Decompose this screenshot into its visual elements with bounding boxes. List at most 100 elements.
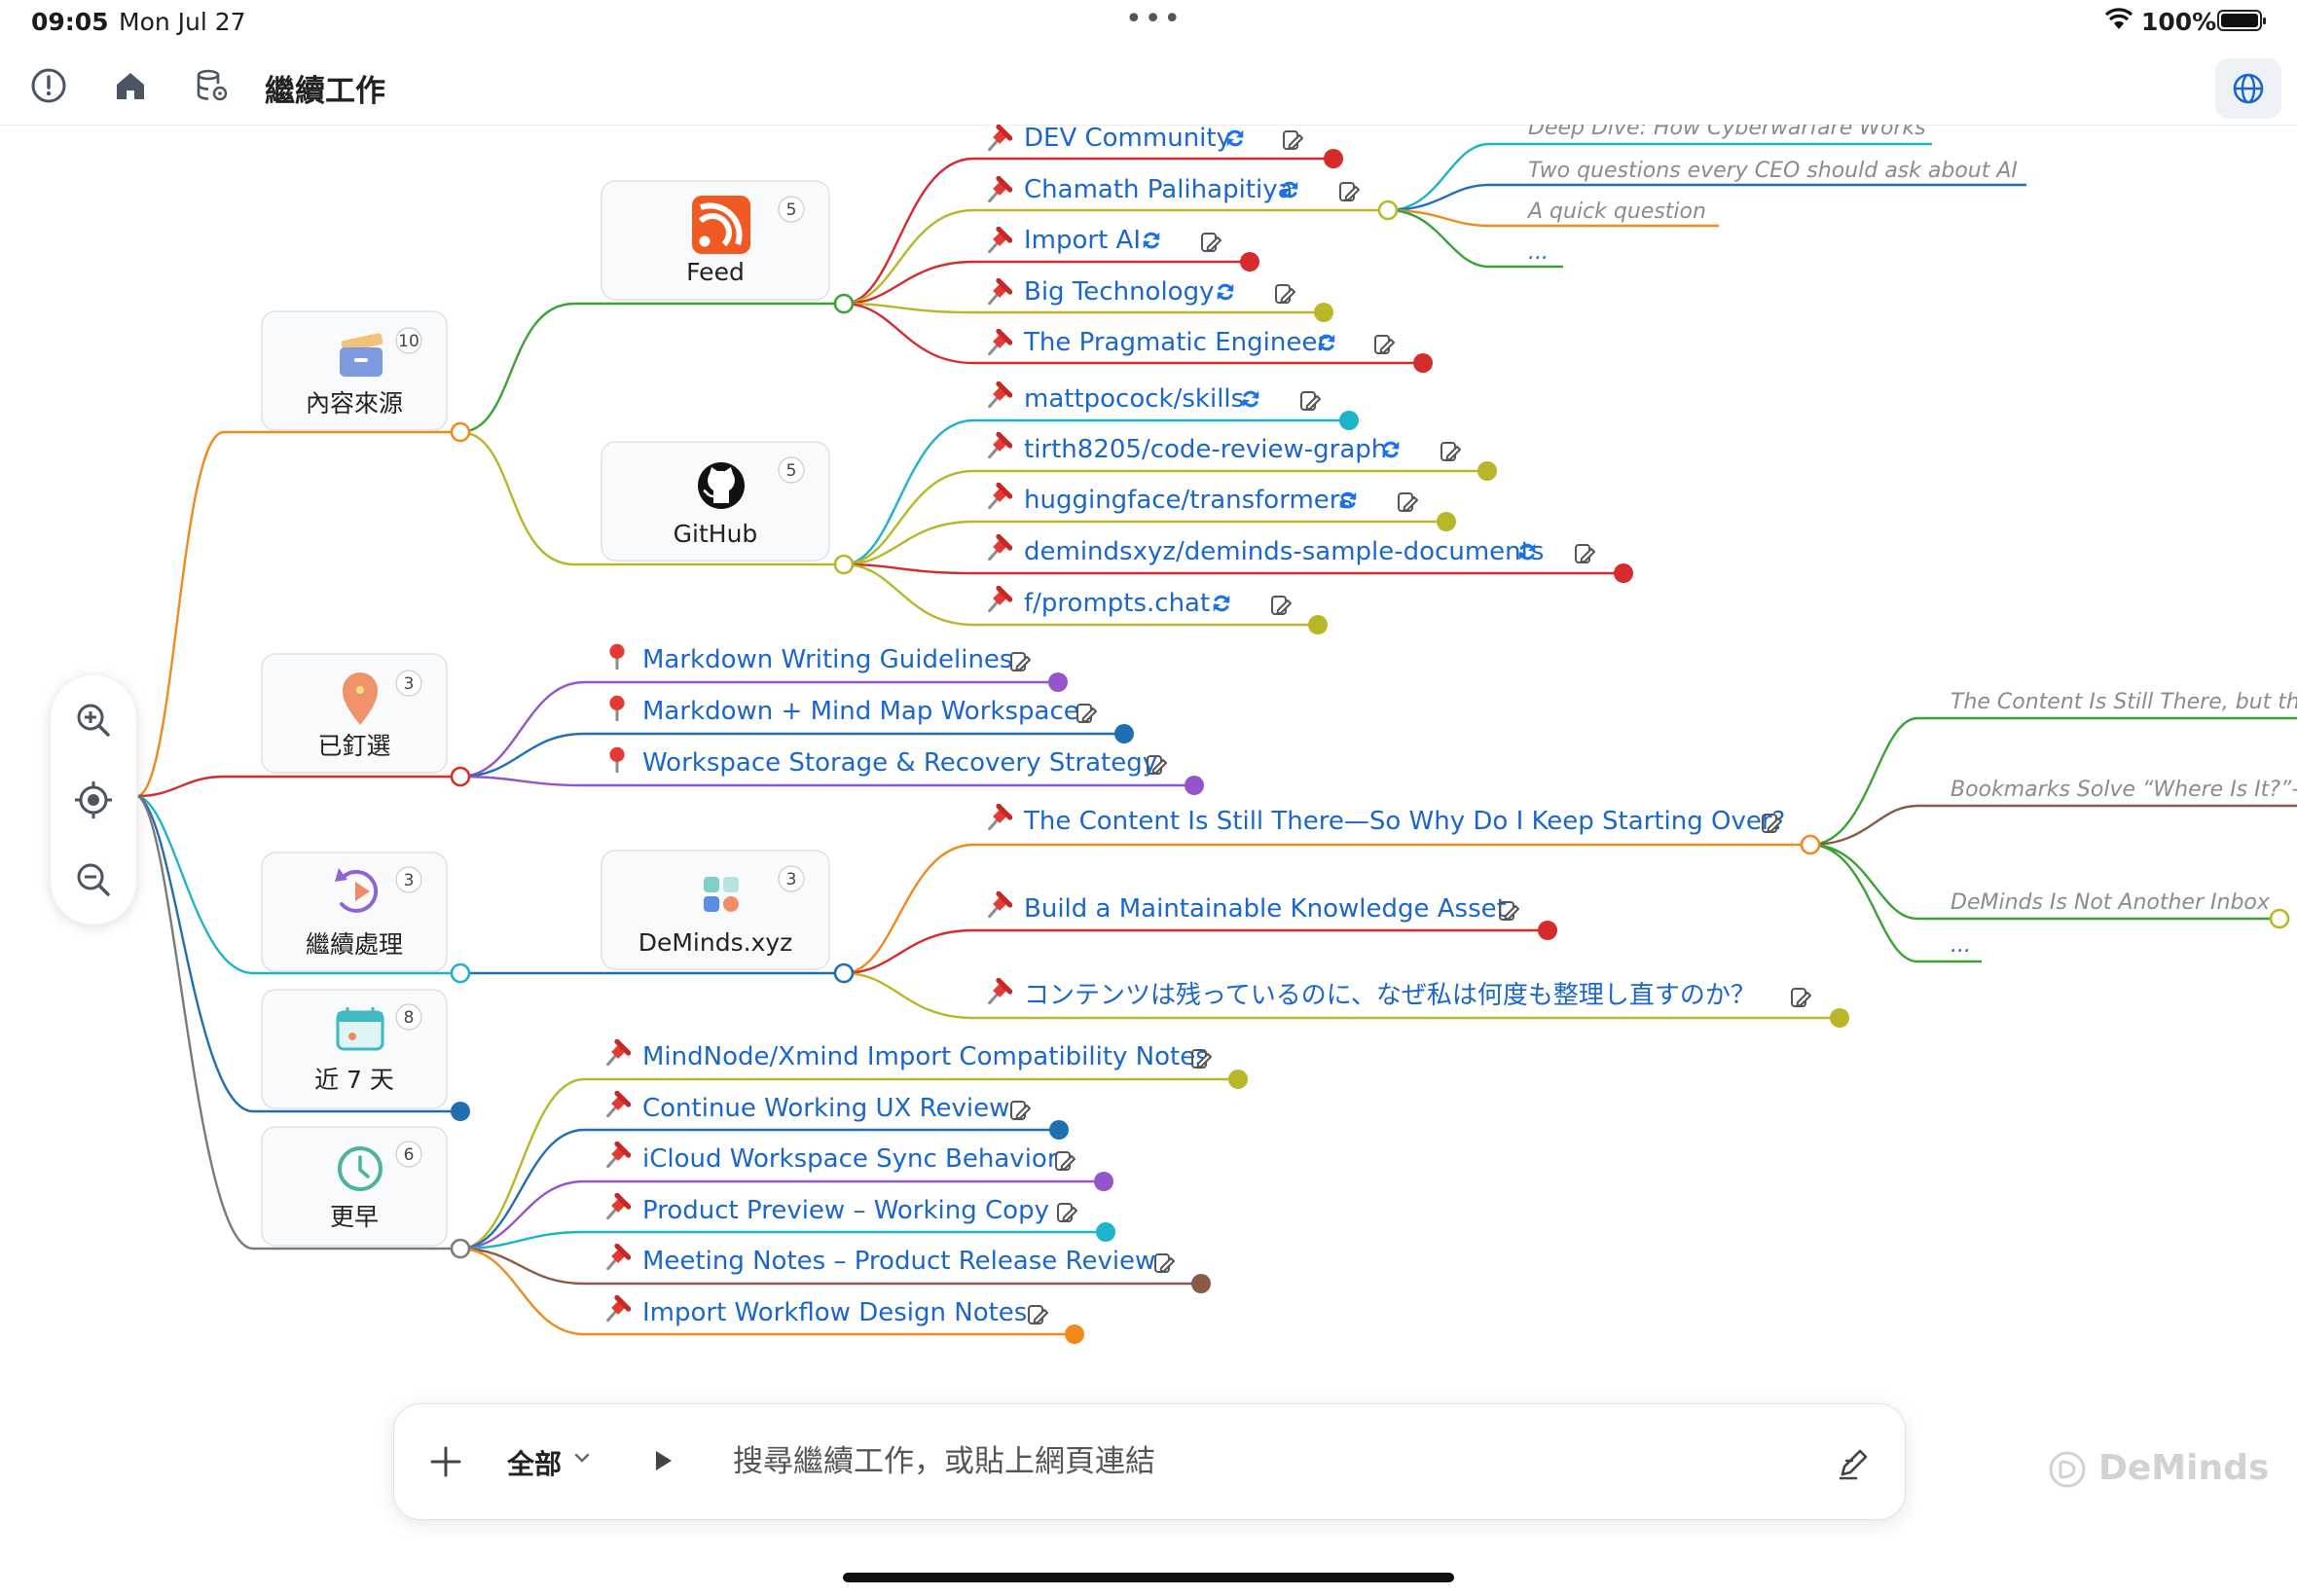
github-item[interactable]: huggingface/transformers [990, 485, 1418, 515]
sub-item[interactable]: A quick question [1526, 200, 1706, 224]
info-icon[interactable] [27, 64, 70, 107]
note-icon [1010, 1101, 1031, 1120]
feed-item[interactable]: DEV Community [990, 125, 1303, 153]
svg-text:Big Technology: Big Technology [1024, 277, 1214, 307]
count-badge: 3 [404, 674, 415, 694]
category-card-earlier[interactable]: 6 更早 [261, 1126, 448, 1247]
collapse-dot[interactable] [1830, 1008, 1849, 1028]
recenter-button[interactable] [72, 779, 115, 821]
junction[interactable] [450, 1238, 471, 1259]
junction[interactable] [833, 962, 855, 984]
github-item[interactable]: mattpocock/skills [990, 383, 1321, 414]
collapse-dot[interactable] [1185, 776, 1204, 795]
collapse-dot[interactable] [1228, 1070, 1248, 1089]
junction[interactable] [1800, 834, 1821, 855]
source-card-github[interactable]: 5 GitHub [601, 441, 830, 562]
zoom-controls [51, 675, 136, 925]
github-item[interactable]: demindsxyz/deminds-sample-documents [990, 536, 1595, 566]
feed-item[interactable]: Import AI [990, 226, 1221, 255]
junction[interactable] [2269, 908, 2290, 929]
home-icon[interactable] [109, 64, 152, 107]
collapse-dot[interactable] [1324, 149, 1343, 168]
add-button[interactable] [425, 1441, 466, 1482]
junction[interactable] [833, 554, 855, 575]
collapse-dot[interactable] [1048, 672, 1068, 692]
database-icon[interactable] [191, 64, 234, 107]
collapse-dot[interactable] [1114, 724, 1134, 744]
page-title: 繼續工作 [265, 74, 385, 109]
junction[interactable] [450, 962, 471, 984]
sub-item[interactable]: The Content Is Still There, but th [1951, 690, 2297, 714]
scope-selector[interactable]: 全部 [507, 1443, 562, 1482]
sub-item[interactable]: Two questions every CEO should ask about… [1528, 159, 2018, 183]
junction[interactable] [833, 293, 855, 314]
multitask-dots[interactable]: ••• [1125, 2, 1183, 36]
pinned-item[interactable]: Workspace Storage & Recovery Strategy [607, 745, 1167, 778]
sync-icon [1212, 594, 1231, 613]
globe-button[interactable] [2215, 58, 2281, 119]
earlier-item[interactable]: Meeting Notes – Product Release Review [608, 1246, 1175, 1276]
deminds-item[interactable]: コンテンツは残っているのに、なぜ私は何度も整理し直すのか？ [990, 980, 1811, 1010]
collapse-dot[interactable] [1314, 303, 1333, 322]
junction[interactable] [450, 421, 471, 443]
source-card-deminds[interactable]: 3 DeMinds.xyz [601, 850, 830, 970]
mind-map[interactable]: 10 內容來源 3 已釘選 3 繼續處理 8 近 7 天 6 更早 5 Feed… [0, 125, 2297, 1596]
collapse-dot[interactable] [451, 1102, 470, 1121]
sub-item[interactable]: DeMinds Is Not Another Inbox [1951, 890, 2271, 915]
feed-item[interactable]: The Pragmatic Engineer [990, 328, 1395, 357]
deminds-item[interactable]: The Content Is Still There—So Why Do I K… [990, 806, 1786, 836]
play-button[interactable] [649, 1447, 676, 1474]
collapse-dot[interactable] [1240, 252, 1259, 272]
collapse-dot[interactable] [1437, 512, 1456, 531]
earlier-item[interactable]: Import Workflow Design Notes [608, 1297, 1048, 1327]
zoom-in-button[interactable] [72, 699, 115, 742]
pinned-item[interactable]: Markdown + Mind Map Workspace [607, 694, 1097, 726]
earlier-item[interactable]: Continue Working UX Review [608, 1093, 1031, 1123]
svg-text:Markdown Writing Guidelines: Markdown Writing Guidelines [642, 645, 1012, 674]
pinned-item[interactable]: Markdown Writing Guidelines [607, 642, 1031, 674]
svg-text:Product Preview – Working Copy: Product Preview – Working Copy [642, 1196, 1049, 1225]
note-icon [1440, 442, 1461, 461]
status-date: Mon Jul 27 [119, 8, 246, 36]
category-card-pinned[interactable]: 3 已釘選 [261, 653, 448, 774]
deminds-logo-icon [2049, 1451, 2086, 1488]
edge [459, 775, 1194, 787]
feed-item[interactable]: Chamath Palihapitiya [990, 175, 1360, 204]
earlier-item[interactable]: MindNode/Xmind Import Compatibility Note… [608, 1041, 1212, 1071]
collapse-dot[interactable] [1191, 1274, 1211, 1293]
junction[interactable] [450, 766, 471, 787]
collapse-dot[interactable] [1308, 615, 1328, 635]
collapse-dot[interactable] [1049, 1120, 1069, 1140]
sub-item[interactable]: Deep Dive: How Cyberwarfare Works [1528, 125, 1926, 140]
note-icon [1271, 596, 1292, 615]
search-input[interactable] [731, 1433, 1708, 1490]
collapse-dot[interactable] [1096, 1222, 1115, 1242]
github-item[interactable]: tirth8205/code-review-graph [990, 434, 1461, 464]
collapse-dot[interactable] [1094, 1172, 1113, 1191]
sub-item[interactable]: Bookmarks Solve “Where Is It?”– [1951, 778, 2297, 802]
collapse-dot[interactable] [1477, 461, 1497, 481]
collapse-dot[interactable] [1413, 353, 1433, 373]
collapse-dot[interactable] [1065, 1324, 1084, 1344]
home-indicator[interactable] [843, 1573, 1454, 1582]
more-items[interactable]: ... [1951, 933, 1971, 958]
source-card-feed[interactable]: 5 Feed [601, 180, 830, 301]
compose-icon[interactable] [1835, 1443, 1874, 1482]
collapse-dot[interactable] [1614, 563, 1633, 583]
feed-item[interactable]: Big Technology [990, 277, 1295, 307]
github-item[interactable]: f/prompts.chat [990, 588, 1292, 618]
chevron-down-icon[interactable] [571, 1447, 593, 1469]
earlier-item[interactable]: Product Preview – Working Copy [608, 1195, 1077, 1225]
sync-icon [1241, 389, 1260, 409]
category-card-recent[interactable]: 8 近 7 天 [261, 989, 448, 1109]
collapse-dot[interactable] [1339, 411, 1359, 430]
category-card-continue[interactable]: 3 繼續處理 [261, 852, 448, 972]
category-card-sources[interactable]: 10 內容來源 [261, 310, 448, 431]
earlier-item[interactable]: iCloud Workspace Sync Behavior [608, 1143, 1076, 1174]
junction[interactable] [1377, 200, 1399, 221]
deminds-item[interactable]: Build a Maintainable Knowledge Asset [990, 893, 1519, 924]
more-items[interactable]: ... [1528, 240, 1549, 265]
source-label: GitHub [674, 520, 758, 548]
zoom-out-button[interactable] [72, 858, 115, 901]
collapse-dot[interactable] [1538, 921, 1557, 940]
